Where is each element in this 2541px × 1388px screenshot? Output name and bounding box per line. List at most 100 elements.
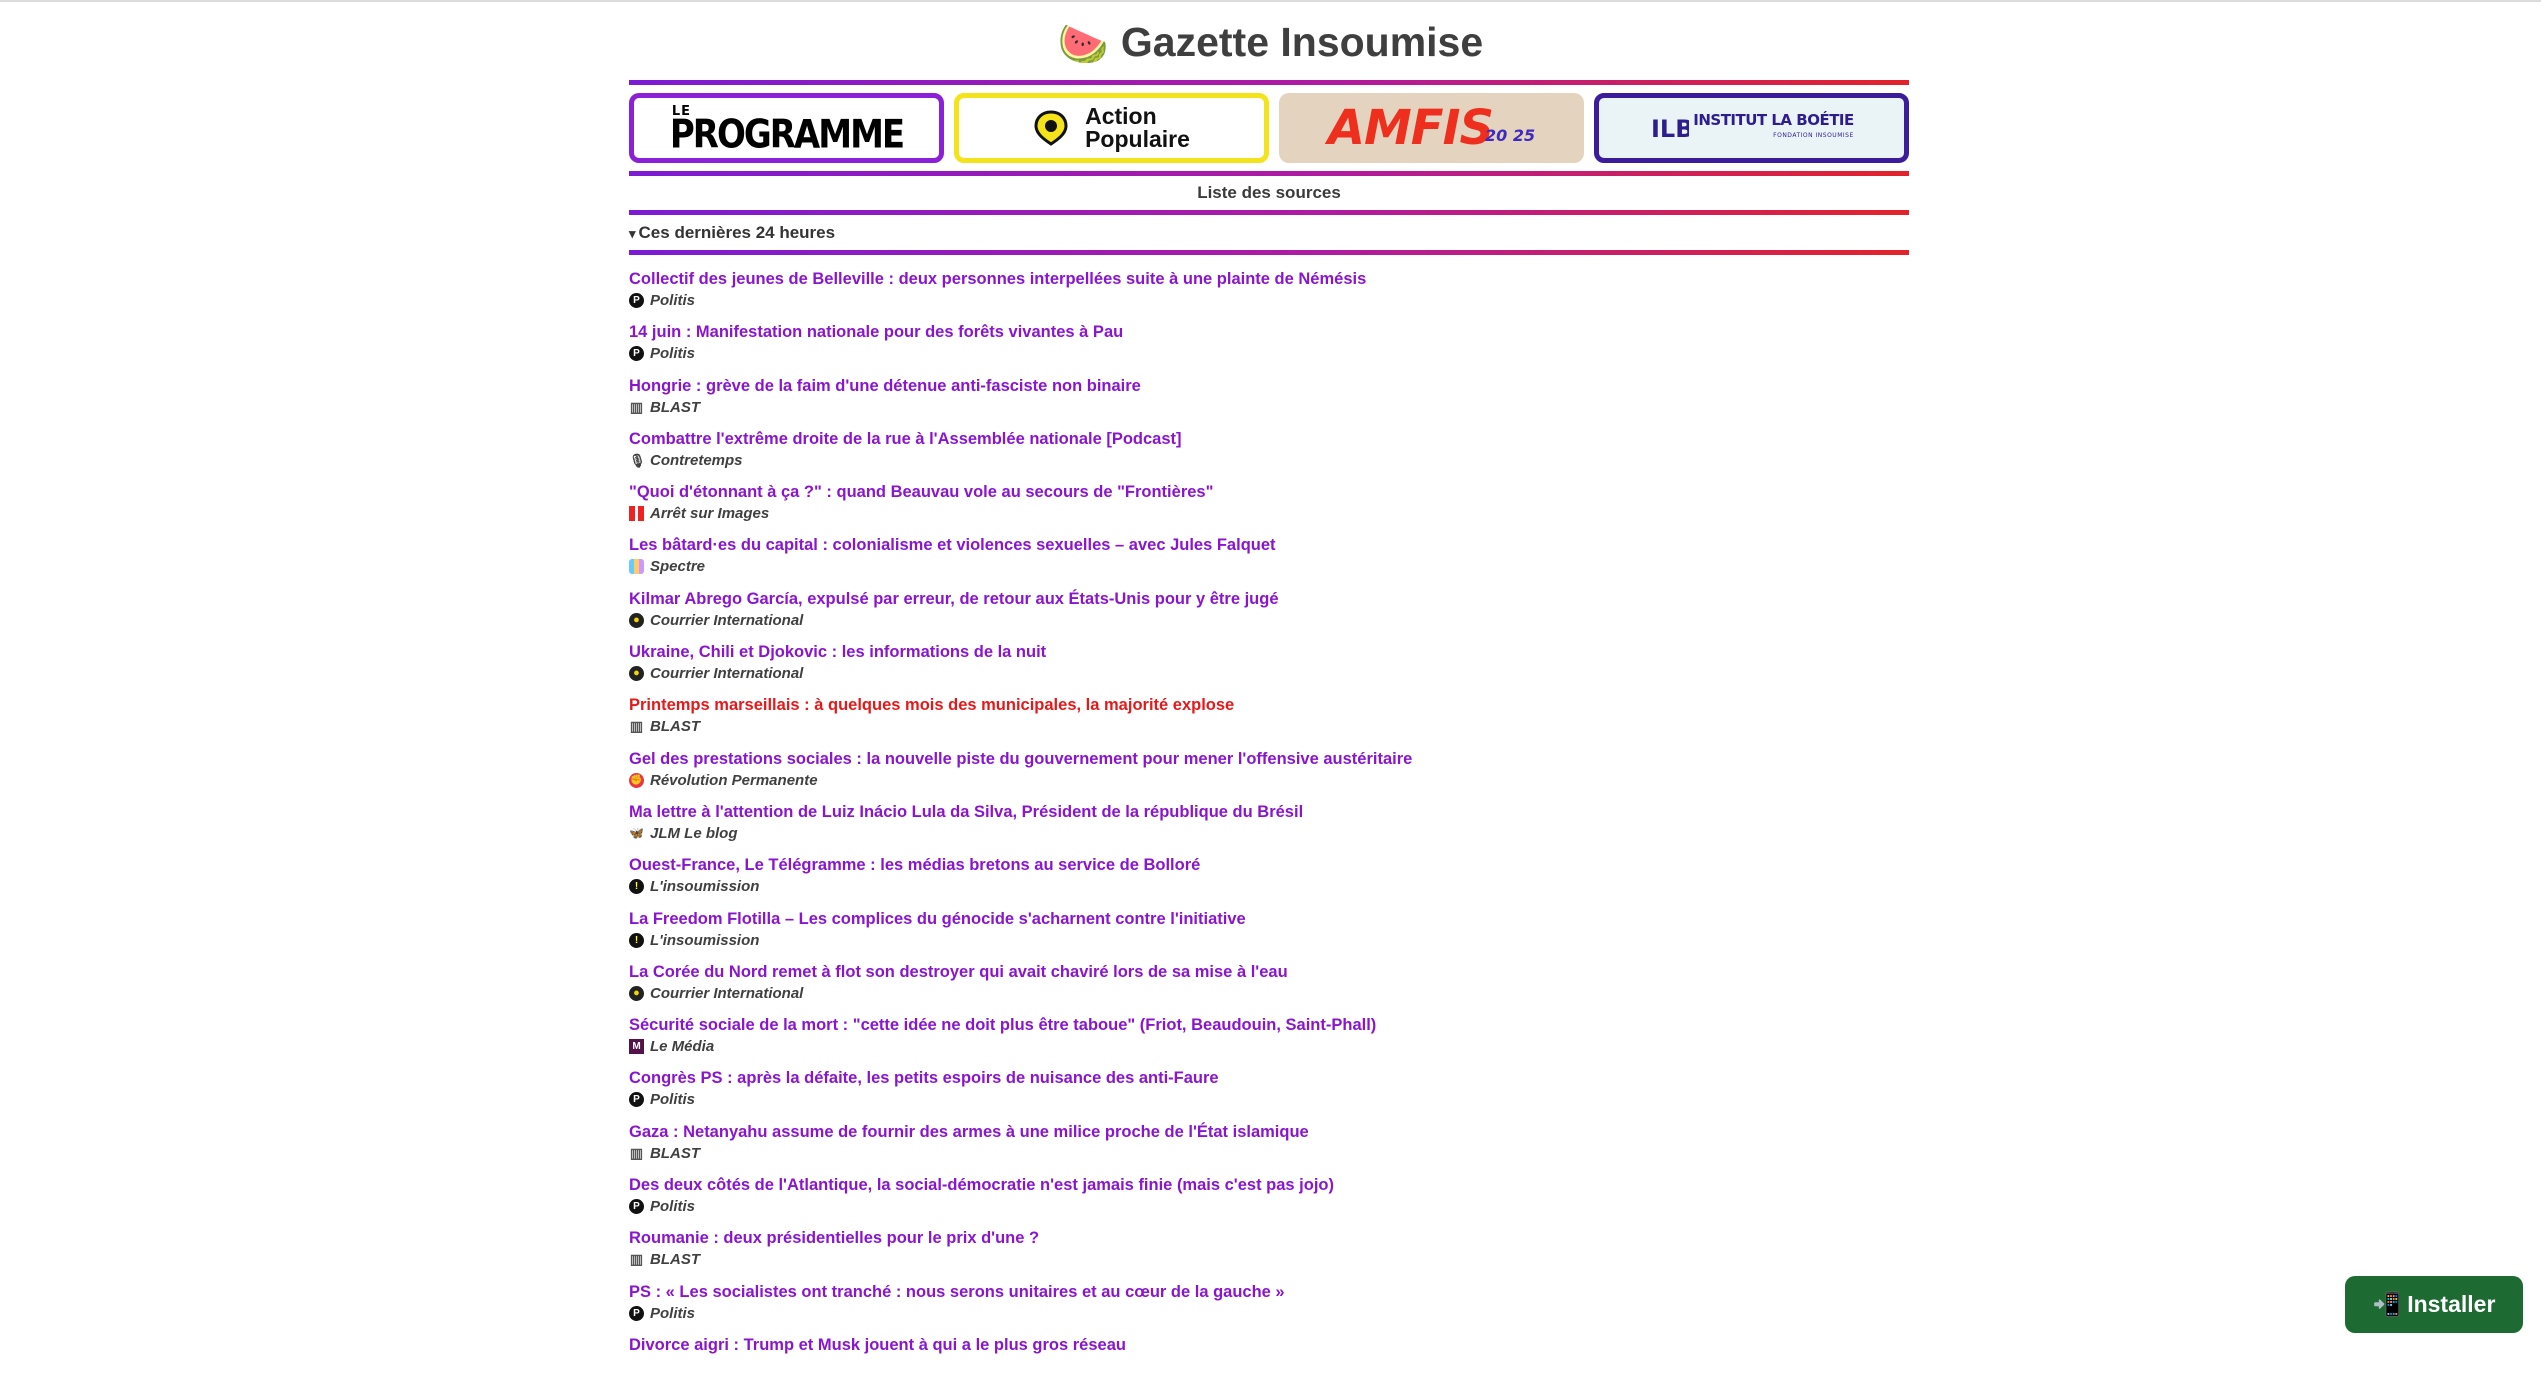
article-link[interactable]: Congrès PS : après la défaite, les petit… xyxy=(629,1068,1909,1089)
article-source: ! L'insoumission xyxy=(629,930,1909,951)
blast-icon: ▥ xyxy=(629,1144,644,1161)
article-source: P Politis xyxy=(629,1303,1909,1324)
article-source: ● Courrier International xyxy=(629,663,1909,684)
article-link[interactable]: Ma lettre à l'attention de Luiz Inácio L… xyxy=(629,802,1909,823)
politis-icon: P xyxy=(629,346,644,362)
list-item: Les bâtard·es du capital : colonialisme … xyxy=(629,535,1909,588)
article-source: 🦋 JLM Le blog xyxy=(629,823,1909,844)
article-source: ● Courrier International xyxy=(629,610,1909,631)
article-link[interactable]: Des deux côtés de l'Atlantique, la socia… xyxy=(629,1175,1909,1196)
map-pin-icon xyxy=(1034,110,1068,146)
main-column: LE PROGRAMME Action Populaire AMFIS 20 2… xyxy=(629,80,1909,1388)
article-source: Arrêt sur Images xyxy=(629,503,1909,524)
action-populaire-banner[interactable]: Action Populaire xyxy=(954,93,1269,163)
source-name: BLAST xyxy=(650,1251,700,1269)
politis-icon: P xyxy=(629,1305,644,1321)
article-link[interactable]: La Corée du Nord remet à flot son destro… xyxy=(629,962,1909,983)
source-name: Courrier International xyxy=(650,984,804,1002)
article-link[interactable]: Divorce aigri : Trump et Musk jouent à q… xyxy=(629,1335,1909,1356)
source-name: L'insoumission xyxy=(650,878,760,896)
source-name: Politis xyxy=(650,292,696,309)
source-name: Spectre xyxy=(650,558,706,576)
article-link[interactable]: Ouest-France, Le Télégramme : les médias… xyxy=(629,855,1909,876)
article-list: Collectif des jeunes de Belleville : deu… xyxy=(629,269,1909,1388)
article-source: P Politis xyxy=(629,343,1909,364)
amfis-logo: AMFIS xyxy=(1327,100,1494,156)
source-name: BLAST xyxy=(650,718,700,736)
list-item: Des deux côtés de l'Atlantique, la socia… xyxy=(629,1175,1909,1228)
spectre-icon xyxy=(629,559,644,575)
sources-list-link[interactable]: Liste des sources xyxy=(629,176,1909,210)
article-source: ▥ BLAST xyxy=(629,1249,1909,1270)
article-source: ▥ BLAST xyxy=(629,1143,1909,1164)
list-item: Combattre l'extrême droite de la rue à l… xyxy=(629,429,1909,482)
article-source: 🎙 Contretemps xyxy=(629,450,1909,471)
article-link[interactable]: Roumanie : deux présidentielles pour le … xyxy=(629,1228,1909,1249)
ilb-label: INSTITUT LA BOÉTIE FONDATION INSOUMISE xyxy=(1693,111,1854,139)
contretemps-icon: 🎙 xyxy=(629,452,646,468)
page-title: 🍉 Gazette Insoumise xyxy=(0,14,2541,72)
article-link[interactable]: Hongrie : grève de la faim d'une détenue… xyxy=(629,376,1909,397)
article-link[interactable]: Les bâtard·es du capital : colonialisme … xyxy=(629,535,1909,556)
disclosure-triangle-icon: ▾ xyxy=(629,226,636,241)
article-link[interactable]: Gel des prestations sociales : la nouvel… xyxy=(629,749,1909,770)
article-link[interactable]: Collectif des jeunes de Belleville : deu… xyxy=(629,269,1909,290)
article-link[interactable]: Kilmar Abrego García, expulsé par erreur… xyxy=(629,589,1909,610)
article-link[interactable]: Ukraine, Chili et Djokovic : les informa… xyxy=(629,642,1909,663)
list-item: Congrès PS : après la défaite, les petit… xyxy=(629,1068,1909,1121)
article-link[interactable]: Combattre l'extrême droite de la rue à l… xyxy=(629,429,1909,450)
list-item: Gel des prestations sociales : la nouvel… xyxy=(629,749,1909,802)
source-name: Le Média xyxy=(650,1038,715,1056)
article-source: M Le Média xyxy=(629,1036,1909,1057)
list-item: Printemps marseillais : à quelques mois … xyxy=(629,695,1909,748)
article-source: ● Courrier International xyxy=(629,983,1909,1004)
revolution-permanente-icon: ✊ xyxy=(629,772,644,788)
blast-icon: ▥ xyxy=(629,718,644,735)
list-item: PS : « Les socialistes ont tranché : nou… xyxy=(629,1282,1909,1335)
source-name: L'insoumission xyxy=(650,931,760,949)
article-source: ▥ BLAST xyxy=(629,397,1909,418)
source-name: BLAST xyxy=(650,1144,700,1162)
blast-icon: ▥ xyxy=(629,398,644,415)
article-source: P Politis xyxy=(629,290,1909,311)
article-link[interactable]: Printemps marseillais : à quelques mois … xyxy=(629,695,1909,716)
article-link[interactable]: "Quoi d'étonnant à ça ?" : quand Beauvau… xyxy=(629,482,1909,503)
source-name: Politis xyxy=(650,1198,696,1216)
politis-icon: P xyxy=(629,1199,644,1215)
article-link[interactable]: Sécurité sociale de la mort : "cette idé… xyxy=(629,1015,1909,1036)
article-source: ▥ BLAST xyxy=(629,716,1909,737)
source-name: Courrier International xyxy=(650,665,804,683)
source-name: Politis xyxy=(650,1091,696,1109)
source-name: Politis xyxy=(650,345,696,363)
article-link[interactable]: PS : « Les socialistes ont tranché : nou… xyxy=(629,1282,1909,1303)
amfis-banner[interactable]: AMFIS 20 25 xyxy=(1279,93,1584,163)
ilb-logo-icon: ILB xyxy=(1651,115,1689,143)
linsoumission-icon: ! xyxy=(629,879,644,895)
article-link[interactable]: 14 juin : Manifestation nationale pour d… xyxy=(629,322,1909,343)
courrier-international-icon: ● xyxy=(629,666,644,682)
jlm-blog-icon: 🦋 xyxy=(629,825,644,840)
source-name: Révolution Permanente xyxy=(650,771,818,789)
article-link[interactable]: Gaza : Netanyahu assume de fournir des a… xyxy=(629,1122,1909,1143)
install-button[interactable]: 📲 Installer xyxy=(2345,1276,2523,1333)
source-name: Arrêt sur Images xyxy=(650,505,770,523)
site-title[interactable]: Gazette Insoumise xyxy=(1121,19,1483,65)
courrier-international-icon: ● xyxy=(629,612,644,628)
watermelon-icon: 🍉 xyxy=(1057,21,1109,67)
last-24h-toggle[interactable]: ▾ Ces dernières 24 heures xyxy=(629,215,1909,250)
action-populaire-label: Action Populaire xyxy=(1085,103,1190,152)
list-item: Kilmar Abrego García, expulsé par erreur… xyxy=(629,589,1909,642)
article-link[interactable]: La Freedom Flotilla – Les complices du g… xyxy=(629,909,1909,930)
source-name: JLM Le blog xyxy=(650,824,738,842)
list-item: 14 juin : Manifestation nationale pour d… xyxy=(629,322,1909,375)
list-item: Ouest-France, Le Télégramme : les médias… xyxy=(629,855,1909,908)
blast-icon: ▥ xyxy=(629,1251,644,1268)
article-source: P Politis xyxy=(629,1089,1909,1110)
article-source: ! L'insoumission xyxy=(629,876,1909,897)
institut-la-boetie-banner[interactable]: ILB INSTITUT LA BOÉTIE FONDATION INSOUMI… xyxy=(1594,93,1909,163)
courrier-international-icon: ● xyxy=(629,985,644,1001)
le-programme-banner[interactable]: LE PROGRAMME xyxy=(629,93,944,163)
arret-sur-images-icon xyxy=(629,506,644,522)
article-source: Spectre xyxy=(629,556,1909,577)
mobile-install-icon: 📲 xyxy=(2372,1291,2402,1317)
